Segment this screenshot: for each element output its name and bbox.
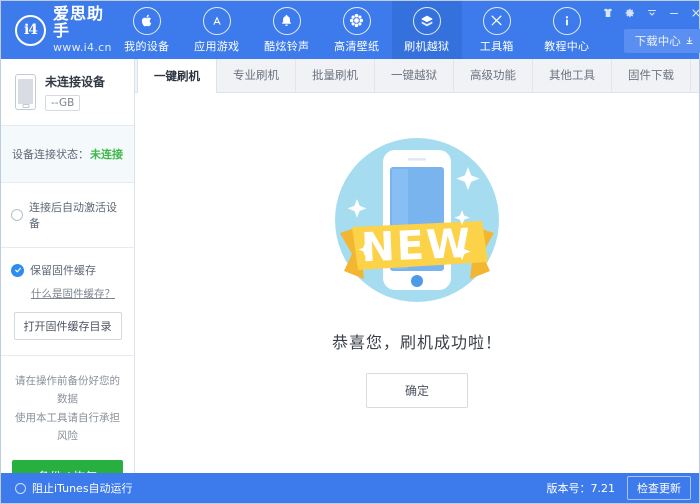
logo-name: 爱思助手 [53,6,112,40]
tab-firmware-download[interactable]: 固件下载 [612,58,691,92]
download-center-label: 下载中心 [635,33,681,49]
device-capacity: --GB [45,95,80,111]
logo-url: www.i4.cn [53,42,112,54]
app-body: 未连接设备 --GB 设备连接状态： 未连接 连接后自动激活设备 保留固件缓存 [1,59,699,473]
nav-label: 应用游戏 [194,38,239,54]
collapse-icon[interactable] [646,6,659,19]
warning-line-1: 请在操作前备份好您的数据 [11,372,124,409]
tab-batch-flash[interactable]: 批量刷机 [296,58,375,92]
version-label: 版本号：7.21 [547,480,616,496]
status-bar: 阻止iTunes自动运行 版本号：7.21 检查更新 [1,473,699,503]
nav-item-toolbox[interactable]: 工具箱 [462,1,532,59]
success-message: 恭喜您，刷机成功啦！ [332,329,502,353]
device-name: 未连接设备 [45,73,105,90]
device-info: 未连接设备 --GB [45,73,105,111]
tab-pro-flash[interactable]: 专业刷机 [217,58,296,92]
flower-icon [343,7,371,35]
backup-warning: 请在操作前备份好您的数据 使用本工具请自行承担风险 [1,356,134,446]
tab-other-tools[interactable]: 其他工具 [533,58,612,92]
window-controls [602,6,700,19]
nav-item-my-device[interactable]: 我的设备 [112,1,182,59]
app-header: i4 爱思助手 www.i4.cn 我的设备 应用游戏 [1,1,699,59]
device-card[interactable]: 未连接设备 --GB [1,59,134,126]
appstore-icon [203,7,231,35]
keep-cache-checkbox-checked[interactable] [11,264,24,277]
content-area: NEW 恭喜您，刷机成功啦！ 确定 [135,93,699,473]
window-controls-area: 下载中心 [602,1,700,59]
skin-icon[interactable] [602,6,615,19]
nav-item-apps-games[interactable]: 应用游戏 [182,1,252,59]
tab-one-key-flash[interactable]: 一键刷机 [137,58,217,93]
phone-icon [15,74,36,110]
nav-item-ringtones[interactable]: 酷炫铃声 [252,1,322,59]
nav-label: 我的设备 [124,38,169,54]
new-badge-illustration: NEW [312,115,522,325]
cache-help-link[interactable]: 什么是固件缓存？ [31,286,115,301]
flash-box-icon [413,7,441,35]
keep-cache-label: 保留固件缓存 [30,262,96,278]
tab-one-key-jailbreak[interactable]: 一键越狱 [375,58,454,92]
logo-mark-icon: i4 [15,15,46,46]
info-icon [553,7,581,35]
nav-label: 高清壁纸 [334,38,379,54]
firmware-cache-section: 保留固件缓存 什么是固件缓存？ 打开固件缓存目录 [1,248,134,356]
connection-status-label: 设备连接状态： [12,146,89,162]
warning-line-2: 使用本工具请自行承担风险 [11,409,124,446]
main-panel: 一键刷机 专业刷机 批量刷机 一键越狱 高级功能 其他工具 固件下载 [135,59,699,473]
logo-text: 爱思助手 www.i4.cn [53,6,112,53]
connection-status-value: 未连接 [90,146,123,162]
bell-icon [273,7,301,35]
check-update-button[interactable]: 检查更新 [627,476,691,500]
tab-advanced[interactable]: 高级功能 [454,58,533,92]
block-itunes-label: 阻止iTunes自动运行 [32,480,133,496]
auto-activate-option[interactable]: 连接后自动激活设备 [1,183,134,248]
connection-status: 设备连接状态： 未连接 [1,126,134,183]
nav-label: 教程中心 [544,38,589,54]
block-itunes-option[interactable]: 阻止iTunes自动运行 [15,480,133,496]
nav-label: 酷炫铃声 [264,38,309,54]
tools-icon [483,7,511,35]
nav-item-flash-jailbreak[interactable]: 刷机越狱 [392,1,462,59]
confirm-button[interactable]: 确定 [366,373,468,408]
download-center-button[interactable]: 下载中心 [624,29,700,53]
app-logo: i4 爱思助手 www.i4.cn [1,1,112,59]
keep-cache-option[interactable]: 保留固件缓存 [11,262,96,278]
settings-gear-icon[interactable] [624,6,637,19]
nav-label: 工具箱 [480,38,514,54]
block-itunes-radio[interactable] [15,483,26,494]
close-icon[interactable] [690,6,700,19]
auto-activate-radio[interactable] [11,209,23,221]
app-window: i4 爱思助手 www.i4.cn 我的设备 应用游戏 [0,0,700,504]
sidebar: 未连接设备 --GB 设备连接状态： 未连接 连接后自动激活设备 保留固件缓存 [1,59,135,473]
minimize-icon[interactable] [668,6,681,19]
open-cache-dir-button[interactable]: 打开固件缓存目录 [14,312,122,340]
apple-icon [133,7,161,35]
download-arrow-icon [685,34,694,48]
tab-bar: 一键刷机 专业刷机 批量刷机 一键越狱 高级功能 其他工具 固件下载 [135,59,699,93]
main-nav: 我的设备 应用游戏 酷炫铃声 高清壁纸 [112,1,602,59]
nav-label: 刷机越狱 [404,38,449,54]
auto-activate-label: 连接后自动激活设备 [29,199,124,231]
illustration-word: NEW [360,221,473,272]
status-bar-right: 版本号：7.21 检查更新 [547,476,692,500]
nav-item-wallpapers[interactable]: 高清壁纸 [322,1,392,59]
nav-item-tutorials[interactable]: 教程中心 [532,1,602,59]
